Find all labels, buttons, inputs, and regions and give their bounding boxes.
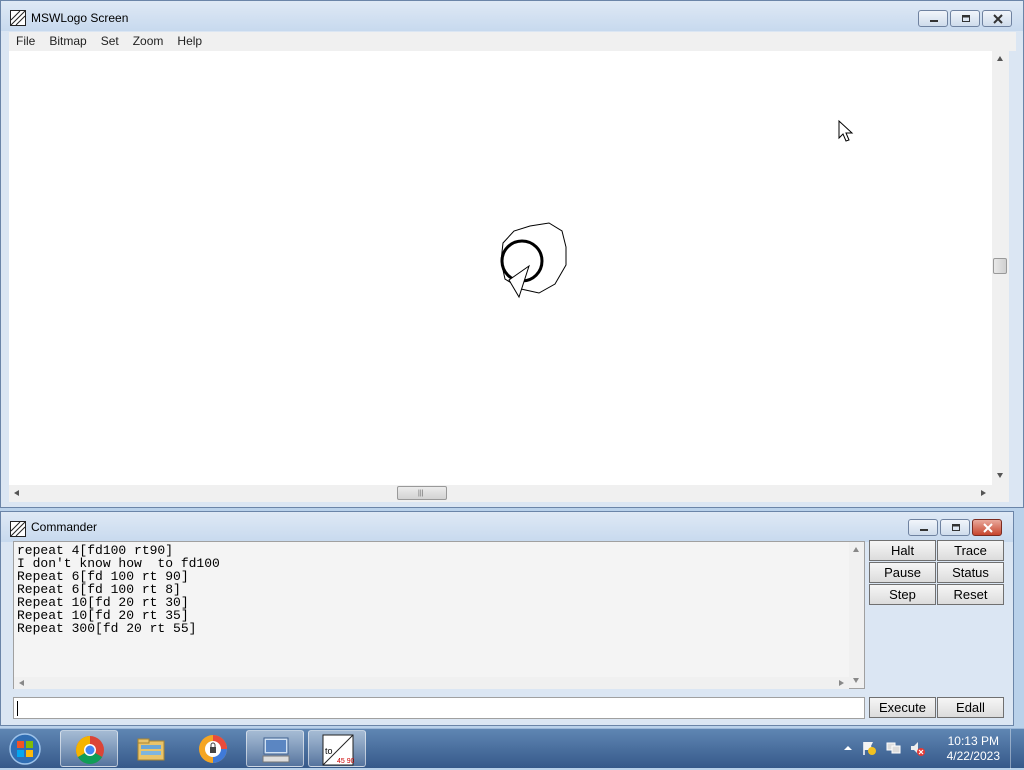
mouse-cursor-icon — [838, 119, 854, 142]
window-title: MSWLogo Screen — [31, 11, 129, 25]
commander-title: Commander — [31, 520, 98, 534]
clock-time: 10:13 PM — [947, 734, 999, 748]
command-input-box[interactable] — [13, 697, 865, 719]
minimize-button[interactable] — [918, 10, 948, 27]
canvas-vertical-scrollbar[interactable] — [992, 51, 1009, 485]
commander-maximize-button[interactable] — [940, 519, 970, 536]
history-scroll-left-icon[interactable] — [19, 680, 24, 686]
scroll-down-icon[interactable] — [997, 473, 1003, 478]
history-vertical-scrollbar[interactable] — [849, 542, 864, 688]
scroll-right-icon[interactable] — [981, 490, 986, 496]
edall-button[interactable]: Edall — [937, 697, 1004, 718]
drawing-canvas[interactable] — [9, 51, 992, 485]
menu-set[interactable]: Set — [94, 32, 126, 51]
taskbar-vpn[interactable] — [184, 730, 242, 767]
action-center-flag-icon — [863, 742, 876, 755]
chrome-icon — [76, 736, 104, 764]
taskbar-chrome[interactable] — [60, 730, 118, 767]
status-button[interactable]: Status — [937, 562, 1004, 583]
trace-button[interactable]: Trace — [937, 540, 1004, 561]
step-button[interactable]: Step — [869, 584, 936, 605]
menu-help[interactable]: Help — [170, 32, 209, 51]
history-horizontal-scrollbar[interactable] — [14, 677, 849, 689]
commander-close-button[interactable] — [972, 519, 1002, 536]
system-tray: 10:13 PM 4/22/2023 — [839, 729, 1024, 769]
menu-bar: File Bitmap Set Zoom Help — [9, 32, 1016, 51]
text-caret — [17, 701, 18, 716]
scroll-up-icon[interactable] — [997, 56, 1003, 61]
svg-text:45 90: 45 90 — [337, 758, 354, 765]
mswlogo-icon: to 45 90 — [322, 734, 354, 766]
history-scroll-right-icon[interactable] — [839, 680, 844, 686]
taskbar: to 45 90 10:13 PM 4/22/2023 — [0, 728, 1024, 769]
file-explorer-icon — [137, 738, 165, 761]
canvas-horizontal-scrollbar[interactable]: ||| — [9, 485, 992, 502]
commander-window: Commander repeat 4[fd100 rt90] I don't kn… — [0, 511, 1014, 726]
execute-button[interactable]: Execute — [869, 697, 936, 718]
network-icon — [886, 742, 901, 754]
taskbar-clock[interactable]: 10:13 PM 4/22/2023 — [947, 734, 1000, 764]
show-desktop-button[interactable] — [1010, 729, 1024, 769]
menu-zoom[interactable]: Zoom — [126, 32, 171, 51]
svg-text:to: to — [325, 746, 333, 756]
command-input[interactable] — [14, 698, 864, 718]
size-grip[interactable] — [992, 485, 1009, 502]
taskbar-explorer[interactable] — [122, 730, 180, 767]
commander-app-icon — [10, 521, 26, 537]
history-line[interactable]: Repeat 300[fd 20 rt 55] — [17, 622, 861, 635]
command-history[interactable]: repeat 4[fd100 rt90] I don't know how to … — [13, 541, 865, 689]
reset-button[interactable]: Reset — [937, 584, 1004, 605]
commander-titlebar[interactable]: Commander — [1, 512, 1013, 542]
menu-file[interactable]: File — [9, 32, 42, 51]
scroll-left-icon[interactable] — [14, 490, 19, 496]
main-titlebar[interactable]: MSWLogo Screen — [1, 1, 1023, 31]
horizontal-scroll-thumb[interactable]: ||| — [397, 486, 447, 500]
show-hidden-icons-icon — [844, 746, 852, 750]
mswlogo-screen-window: MSWLogo Screen File Bitmap Set Zoom Help — [0, 0, 1024, 508]
history-scroll-down-icon[interactable] — [853, 678, 859, 683]
menu-bitmap[interactable]: Bitmap — [42, 32, 93, 51]
history-scroll-up-icon[interactable] — [853, 547, 859, 552]
halt-button[interactable]: Halt — [869, 540, 936, 561]
clock-date: 4/22/2023 — [946, 749, 1000, 763]
vertical-scroll-thumb[interactable] — [993, 258, 1007, 274]
mswlogo-app-icon — [10, 10, 26, 26]
volume-muted-icon — [911, 742, 925, 756]
taskbar-mswlogo[interactable]: to 45 90 — [308, 730, 366, 767]
vpn-app-icon — [199, 735, 227, 763]
commander-minimize-button[interactable] — [908, 519, 938, 536]
keyboard-app-icon — [262, 737, 290, 763]
maximize-button[interactable] — [950, 10, 980, 27]
taskbar-keyboard-app[interactable] — [246, 730, 304, 767]
pause-button[interactable]: Pause — [869, 562, 936, 583]
start-button[interactable] — [5, 731, 45, 767]
close-button[interactable] — [982, 10, 1012, 27]
